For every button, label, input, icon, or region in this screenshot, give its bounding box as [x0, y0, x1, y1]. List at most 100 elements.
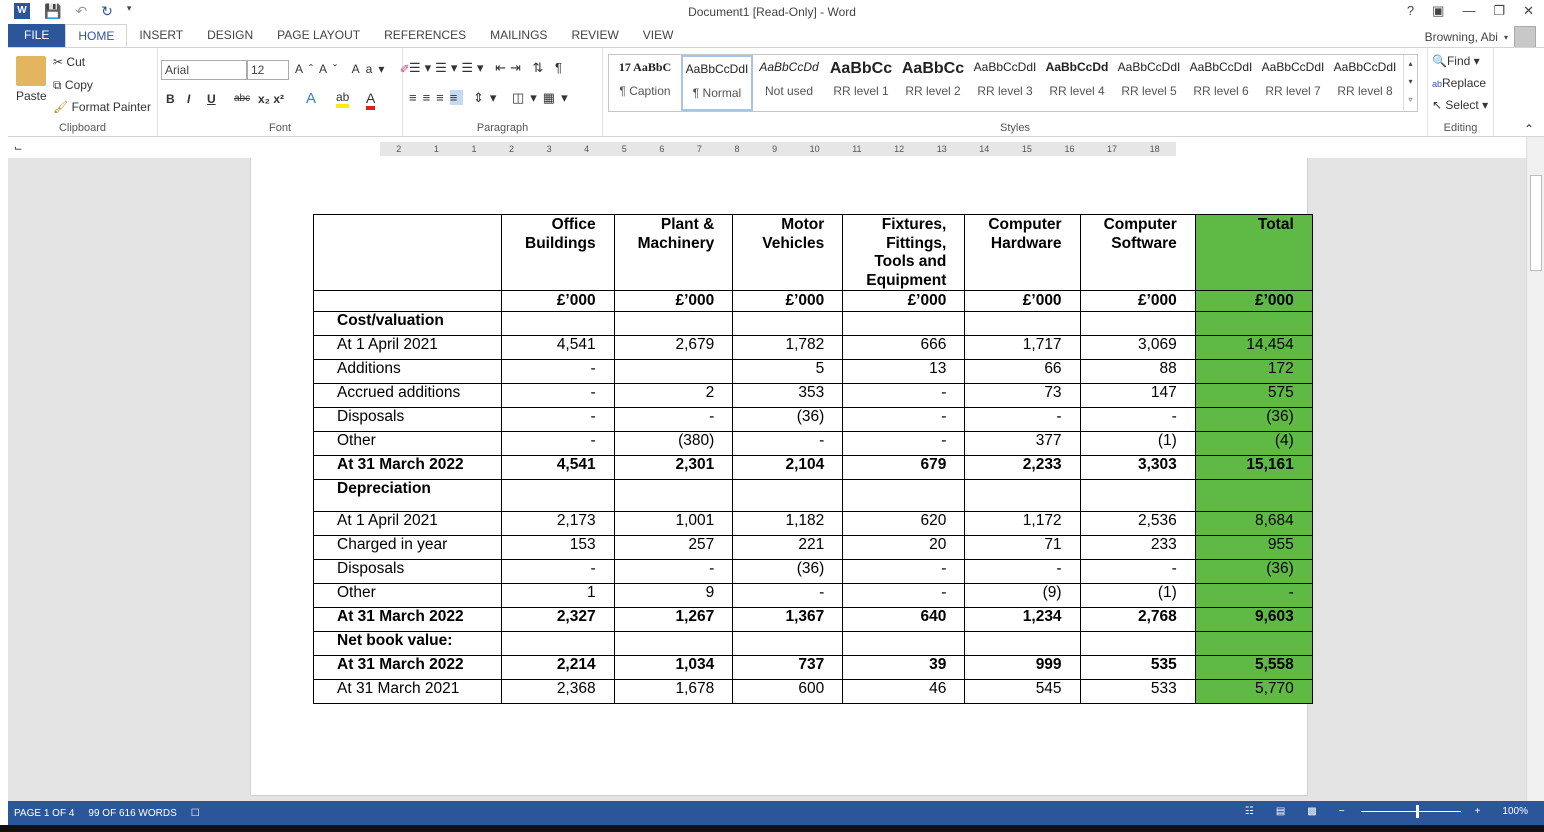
- table-cell[interactable]: 2,368: [501, 679, 615, 704]
- font-size-buttons[interactable]: AˆAˇ Aa▾ ✐: [295, 62, 416, 76]
- table-cell[interactable]: (36): [1194, 559, 1313, 584]
- table-cell[interactable]: [842, 311, 966, 336]
- tab-view[interactable]: VIEW: [631, 24, 686, 48]
- table-cell[interactable]: 15,161: [1194, 455, 1313, 480]
- table-cell[interactable]: 2,301: [613, 455, 734, 480]
- table-cell[interactable]: Motor Vehicles: [732, 214, 844, 291]
- table-cell[interactable]: Fixtures, Fittings, Tools and Equipment: [842, 214, 966, 291]
- table-cell[interactable]: -: [613, 407, 734, 432]
- style-rr-level-7[interactable]: AaBbCcDdI RR level 7: [1257, 55, 1329, 111]
- table-cell[interactable]: -: [501, 431, 615, 456]
- zoom-in-icon[interactable]: +: [1475, 806, 1481, 817]
- table-cell[interactable]: 233: [1079, 535, 1196, 560]
- table-cell[interactable]: 600: [732, 679, 844, 704]
- tab-references[interactable]: REFERENCES: [372, 24, 478, 48]
- table-cell[interactable]: (36): [1194, 407, 1313, 432]
- table-cell[interactable]: 1,717: [964, 335, 1081, 360]
- table-cell[interactable]: 353: [732, 383, 844, 408]
- table-cell[interactable]: [1194, 311, 1313, 336]
- style-rr-level-1[interactable]: AaBbCc RR level 1: [825, 55, 897, 111]
- table-cell[interactable]: 71: [964, 535, 1081, 560]
- table-cell[interactable]: £’000: [1079, 290, 1196, 312]
- subscript-superscript-buttons[interactable]: x₂ x²: [258, 92, 284, 106]
- table-cell[interactable]: 3,303: [1079, 455, 1196, 480]
- table-cell[interactable]: Office Buildings: [501, 214, 615, 291]
- table-cell[interactable]: 73: [964, 383, 1081, 408]
- tab-mailings[interactable]: MAILINGS: [478, 24, 559, 48]
- copy-button[interactable]: ⧉ Copy: [53, 78, 93, 93]
- font-name-select[interactable]: Arial: [161, 60, 247, 80]
- row-label[interactable]: At 31 March 2022: [313, 655, 502, 680]
- table-cell[interactable]: 1,234: [964, 607, 1081, 632]
- table-cell[interactable]: -: [1079, 559, 1196, 584]
- table-cell[interactable]: [501, 311, 615, 336]
- table-cell[interactable]: 172: [1194, 359, 1313, 384]
- row-label[interactable]: Additions: [313, 359, 502, 384]
- table-cell[interactable]: 9: [613, 583, 734, 608]
- read-mode-icon[interactable]: ☷: [1245, 806, 1254, 817]
- table-cell[interactable]: (9): [964, 583, 1081, 608]
- table-cell[interactable]: -: [1079, 407, 1196, 432]
- row-label[interactable]: [313, 290, 502, 312]
- row-label[interactable]: Net book value:: [313, 631, 502, 656]
- collapse-ribbon-icon[interactable]: ⌃: [1524, 122, 1534, 136]
- style-normal[interactable]: AaBbCcDdI ¶ Normal: [681, 55, 753, 111]
- table-cell[interactable]: -: [501, 559, 615, 584]
- table-cell[interactable]: Plant & Machinery: [613, 214, 734, 291]
- table-cell[interactable]: 737: [732, 655, 844, 680]
- highlight-icon[interactable]: ab: [336, 90, 350, 108]
- close-icon[interactable]: ✕: [1523, 3, 1534, 19]
- row-label[interactable]: Accrued additions: [313, 383, 502, 408]
- underline-button[interactable]: U: [207, 92, 216, 106]
- table-cell[interactable]: -: [964, 559, 1081, 584]
- table-cell[interactable]: 257: [613, 535, 734, 560]
- table-cell[interactable]: (36): [732, 407, 844, 432]
- table-cell[interactable]: 1,678: [613, 679, 734, 704]
- ribbon-display-icon[interactable]: ▣: [1432, 3, 1444, 19]
- table-cell[interactable]: -: [732, 583, 844, 608]
- table-cell[interactable]: -: [1194, 583, 1313, 608]
- tab-file[interactable]: FILE: [8, 24, 66, 48]
- row-label[interactable]: Other: [313, 583, 502, 608]
- proofing-icon[interactable]: ☐: [191, 808, 200, 819]
- table-cell[interactable]: 5,770: [1194, 679, 1313, 704]
- table-cell[interactable]: 13: [842, 359, 966, 384]
- style-rr-level-2[interactable]: AaBbCc RR level 2: [897, 55, 969, 111]
- table-cell[interactable]: 2,104: [732, 455, 844, 480]
- tab-design[interactable]: DESIGN: [195, 24, 265, 48]
- restore-icon[interactable]: ❐: [1493, 3, 1505, 19]
- table-cell[interactable]: 2,214: [501, 655, 615, 680]
- table-cell[interactable]: 8,684: [1194, 511, 1313, 536]
- table-cell[interactable]: (380): [613, 431, 734, 456]
- table-cell[interactable]: [1194, 631, 1313, 656]
- style-rr-level-3[interactable]: AaBbCcDdI RR level 3: [969, 55, 1041, 111]
- table-cell[interactable]: -: [501, 383, 615, 408]
- paste-icon[interactable]: [16, 56, 46, 86]
- find-button[interactable]: 🔍Find ▾: [1432, 54, 1480, 68]
- table-cell[interactable]: 4,541: [501, 455, 615, 480]
- table-cell[interactable]: 535: [1079, 655, 1196, 680]
- style-rr-level-8[interactable]: AaBbCcDdI RR level 8: [1329, 55, 1401, 111]
- table-cell[interactable]: -: [842, 559, 966, 584]
- minimize-icon[interactable]: —: [1462, 3, 1475, 19]
- styles-scroll[interactable]: ▴ ▾ ▿: [1403, 55, 1417, 111]
- table-cell[interactable]: [842, 479, 966, 512]
- table-cell[interactable]: -: [501, 407, 615, 432]
- table-cell[interactable]: £’000: [613, 290, 734, 312]
- table-cell[interactable]: 666: [842, 335, 966, 360]
- tab-page-layout[interactable]: PAGE LAYOUT: [265, 24, 372, 48]
- table-cell[interactable]: Total: [1194, 214, 1313, 291]
- row-label[interactable]: At 1 April 2021: [313, 335, 502, 360]
- table-cell[interactable]: -: [842, 431, 966, 456]
- row-label[interactable]: At 1 April 2021: [313, 511, 502, 536]
- table-cell[interactable]: 1,267: [613, 607, 734, 632]
- table-cell[interactable]: 640: [842, 607, 966, 632]
- vertical-scrollbar[interactable]: [1526, 137, 1544, 801]
- word-count[interactable]: 99 OF 616 WORDS: [88, 808, 176, 819]
- table-cell[interactable]: [1079, 311, 1196, 336]
- table-cell[interactable]: 999: [964, 655, 1081, 680]
- table-cell[interactable]: [501, 631, 615, 656]
- table-cell[interactable]: [964, 479, 1081, 512]
- help-button[interactable]: ?: [1407, 3, 1414, 19]
- user-account[interactable]: Browning, Abi ▾: [1425, 26, 1536, 48]
